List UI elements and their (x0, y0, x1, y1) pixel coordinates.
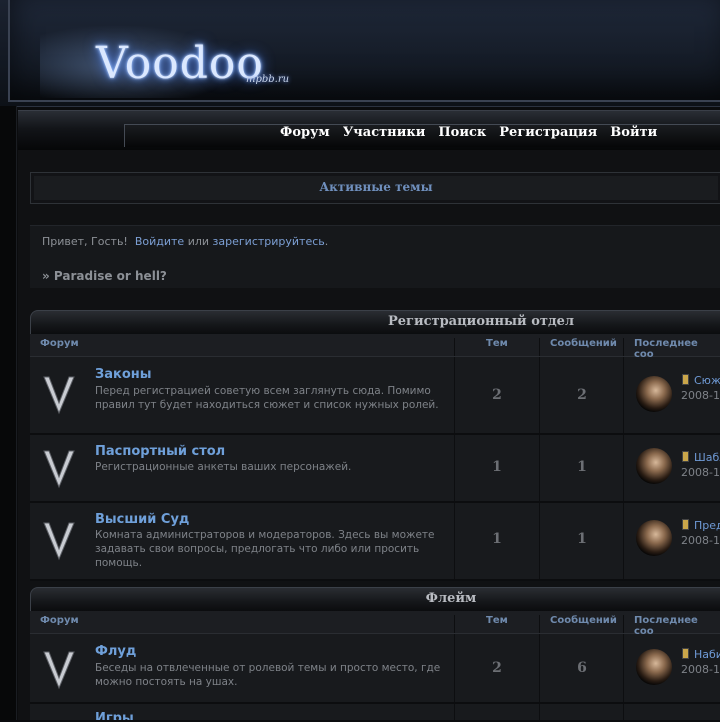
last-post-date: 2008-1 (681, 466, 720, 479)
last-post-link[interactable]: Пред (682, 519, 720, 532)
forum-row: Паспортный стол Регистрационные анкеты в… (30, 435, 720, 503)
last-post-link[interactable]: Наби (682, 648, 720, 661)
left-rail (0, 106, 17, 720)
forum-name-link[interactable]: Законы (95, 367, 152, 382)
nav-forum[interactable]: Форум (280, 125, 330, 140)
topics-count: 2 (492, 387, 502, 403)
forum-name-link[interactable]: Флуд (95, 644, 136, 659)
category-title: Регистрационный отдел (387, 314, 575, 329)
forum-description: Беседы на отвлеченные от ролевой темы и … (95, 662, 441, 688)
forum-row: Высший Суд Комната администраторов и мод… (30, 503, 720, 581)
site-logo-subtext: mpbb.ru (246, 74, 290, 85)
avatar (636, 520, 672, 556)
topic-icon (682, 451, 689, 462)
nav-login[interactable]: Войти (610, 125, 657, 140)
main-nav: Форум Участники Поиск Регистрация Войти (280, 125, 657, 140)
topics-count: 1 (492, 459, 502, 475)
forum-v-icon (43, 651, 75, 690)
topic-icon (682, 374, 689, 385)
forum-v-icon (43, 450, 75, 489)
last-post-date: 2008-1 (681, 389, 720, 402)
category-header: Регистрационный отдел (30, 310, 720, 335)
col-forum: Форум (40, 338, 79, 349)
posts-count: 2 (577, 387, 587, 403)
forum-description: Комната администраторов и модераторов. З… (95, 529, 435, 569)
nav-register[interactable]: Регистрация (499, 125, 597, 140)
col-topics: Тем (486, 338, 508, 349)
avatar (636, 448, 672, 484)
greeting-or: или (187, 235, 210, 248)
forum-description: Регистрационные анкеты ваших персонажей. (95, 461, 352, 473)
category-header: Флейм (30, 587, 720, 612)
greeting-line: Привет, Гость! Войдите или зарегистрируй… (42, 235, 328, 248)
forum-name-link[interactable]: Высший Суд (95, 512, 189, 527)
avatar (636, 376, 672, 412)
topics-count: 1 (492, 531, 502, 547)
column-headers: Форум Тем Сообщений Последнее соо (30, 611, 720, 637)
announcement: » Paradise or hell? (42, 269, 167, 283)
login-link[interactable]: Войдите (135, 235, 184, 248)
col-forum: Форум (40, 615, 79, 626)
forum-row: Флуд Беседы на отвлеченные от ролевой те… (30, 634, 720, 704)
forum-description: Перед регистрацией советую всем заглянут… (95, 385, 439, 411)
site-logo[interactable]: Voodoo (96, 38, 264, 89)
last-post-date: 2008-1 (681, 663, 720, 676)
col-posts: Сообщений (550, 615, 617, 626)
forum-row: Законы Перед регистрацией советую всем з… (30, 357, 720, 435)
topic-icon (682, 519, 689, 530)
forum-v-icon (43, 376, 75, 415)
topics-count: 2 (492, 660, 502, 676)
posts-count: 6 (577, 660, 587, 676)
register-link[interactable]: зарегистрируйтесь (213, 235, 325, 248)
nav-users[interactable]: Участники (343, 125, 426, 140)
posts-count: 1 (577, 531, 587, 547)
active-topics-link[interactable]: Активные темы (31, 180, 720, 194)
col-topics: Тем (486, 615, 508, 626)
last-post-link[interactable]: Шабл (682, 451, 720, 464)
column-headers: Форум Тем Сообщений Последнее соо (30, 334, 720, 360)
forum-name-link[interactable]: Паспортный стол (95, 444, 225, 459)
last-post-link[interactable]: Сюж (682, 374, 720, 387)
greeting-suffix: . (324, 235, 329, 248)
category-title: Флейм (425, 591, 477, 606)
col-posts: Сообщений (550, 338, 617, 349)
topic-icon (682, 648, 689, 659)
forum-v-icon (43, 522, 75, 561)
forum-row: Игры (30, 704, 720, 722)
greeting-prefix: Привет, Гость! (42, 235, 128, 248)
last-post-date: 2008-1 (681, 534, 720, 547)
avatar (636, 649, 672, 685)
nav-search[interactable]: Поиск (438, 125, 486, 140)
active-topics-bar: Активные темы (30, 172, 720, 204)
posts-count: 1 (577, 459, 587, 475)
forum-name-link[interactable]: Игры (95, 711, 134, 720)
